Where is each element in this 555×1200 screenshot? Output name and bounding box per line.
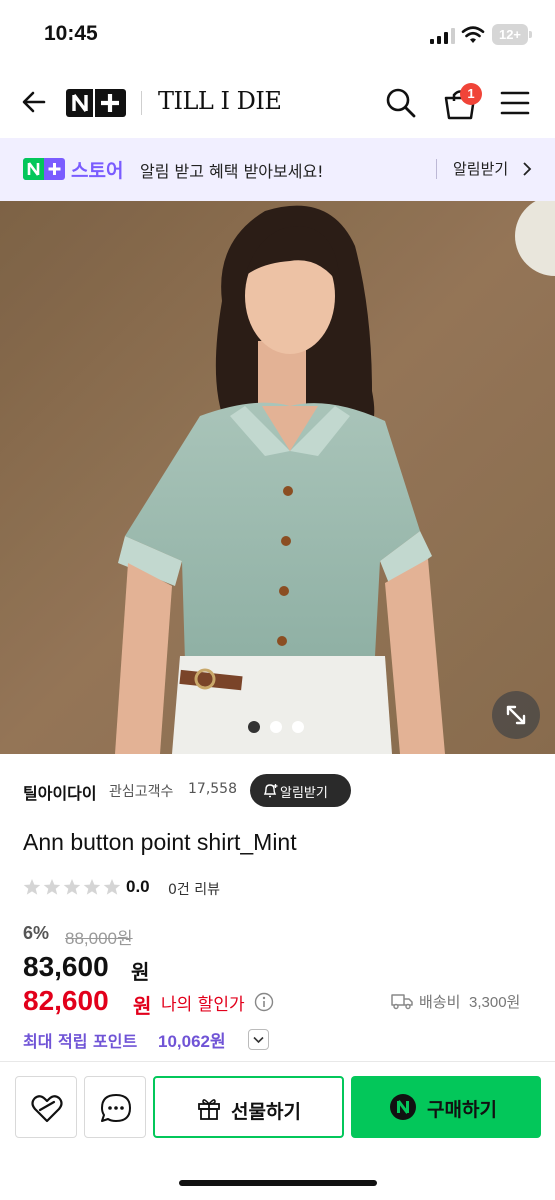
- my-discount-label: 나의 할인가: [161, 995, 245, 1015]
- gift-label: 선물하기: [231, 1101, 301, 1123]
- signal-icon: [430, 28, 455, 44]
- gift-icon: [198, 1099, 220, 1120]
- search-icon[interactable]: [384, 86, 418, 120]
- store-label: 스토어: [71, 160, 124, 182]
- review-count[interactable]: 0건 리뷰: [168, 879, 220, 899]
- banner-message: 알림 받고 혜택 받아보세요!: [140, 162, 324, 181]
- buy-button[interactable]: 구매하기: [351, 1076, 541, 1138]
- naver-plus-small-logo: [23, 158, 65, 180]
- points-label: 최대 적립 포인트: [23, 1032, 138, 1051]
- top-nav: TILL I DIE 1: [0, 66, 555, 138]
- shipping-label: 배송비: [419, 993, 461, 1011]
- subscribe-link[interactable]: 알림받기: [453, 158, 508, 179]
- carousel-dot-3[interactable]: [292, 721, 304, 733]
- points-value: 10,062원: [158, 1032, 226, 1051]
- battery-tip: [529, 31, 532, 38]
- naver-plus-logo[interactable]: [66, 89, 126, 117]
- chevron-down-icon: [253, 1036, 264, 1044]
- wishlist-button[interactable]: [15, 1076, 77, 1138]
- points-expand-button[interactable]: [248, 1029, 269, 1050]
- model-photo: [0, 201, 555, 754]
- bell-plus-icon: [263, 784, 278, 798]
- chat-bubble-icon: [101, 1094, 131, 1122]
- my-discount-price-unit: 원: [133, 994, 152, 1018]
- notification-banner[interactable]: 스토어 알림 받고 혜택 받아보세요! 알림받기: [0, 138, 555, 201]
- header-divider: [141, 91, 142, 115]
- info-icon[interactable]: [254, 992, 274, 1012]
- my-discount-price: 82,600: [23, 985, 109, 1016]
- heart-icon: [31, 1095, 63, 1123]
- buy-label: 구매하기: [427, 1099, 497, 1121]
- battery-icon: 12+: [492, 24, 528, 45]
- home-indicator: [179, 1180, 377, 1186]
- carousel-dot-2[interactable]: [270, 721, 282, 733]
- chevron-right-icon: [523, 162, 532, 176]
- brand-name[interactable]: TILL I DIE: [158, 87, 282, 115]
- sale-price-unit: 원: [131, 960, 150, 984]
- store-name[interactable]: 틸아이다이: [23, 780, 97, 804]
- sale-price: 83,600: [23, 951, 109, 982]
- discount-rate: 6%: [23, 923, 50, 943]
- back-arrow-icon[interactable]: [18, 86, 50, 118]
- shipping-fee: 3,300원: [469, 994, 521, 1011]
- gift-button[interactable]: 선물하기: [153, 1076, 344, 1138]
- store-alarm-label: 알림받기: [280, 786, 328, 801]
- truck-icon: [391, 994, 413, 1010]
- status-bar: 10:45 12+: [0, 0, 555, 66]
- status-time: 10:45: [44, 22, 98, 45]
- expand-image-button[interactable]: [492, 691, 540, 739]
- store-info: 틸아이다이 관심고객수 17,558 알림받기: [0, 774, 555, 810]
- expand-icon: [506, 705, 526, 725]
- banner-divider: [436, 159, 437, 179]
- store-alarm-button[interactable]: 알림받기: [250, 774, 351, 807]
- naver-pay-icon: [390, 1094, 416, 1120]
- wifi-icon: [461, 26, 485, 43]
- rating-row[interactable]: 0.0 0건 리뷰: [23, 876, 323, 900]
- hamburger-menu-icon[interactable]: [499, 88, 531, 118]
- rating-stars-icon: [23, 879, 121, 895]
- original-price: 88,000원: [65, 929, 133, 948]
- fav-count: 17,558: [188, 781, 237, 797]
- fav-count-label: 관심고객수: [109, 784, 174, 800]
- product-image[interactable]: [0, 201, 555, 754]
- rating-score: 0.0: [126, 877, 150, 896]
- cart-count-badge: 1: [460, 83, 482, 105]
- carousel-dot-1[interactable]: [248, 721, 260, 733]
- chat-button[interactable]: [84, 1076, 146, 1138]
- product-title: Ann button point shirt_Mint: [23, 829, 297, 855]
